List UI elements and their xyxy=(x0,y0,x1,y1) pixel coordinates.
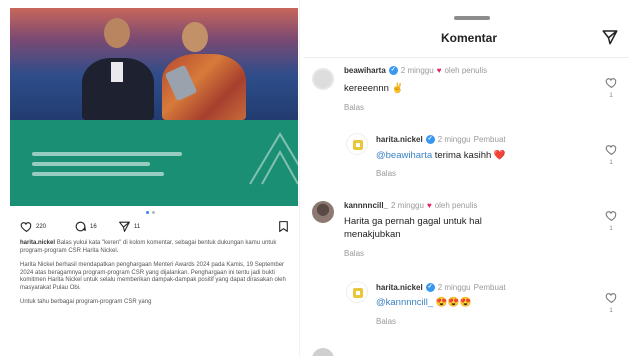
mention-link[interactable]: @beawiharta xyxy=(376,150,432,161)
sheet-header-divider xyxy=(304,57,629,58)
author-liked-heart-icon: ♥ xyxy=(436,66,442,75)
comment-time: 2 minggu xyxy=(391,201,424,210)
comment-icon xyxy=(75,221,86,232)
comment-like-button[interactable]: 1 xyxy=(603,143,619,166)
bookmark-icon xyxy=(279,221,288,232)
heart-icon xyxy=(20,222,32,233)
heart-icon xyxy=(605,78,616,89)
comment-emoji: ✌️ xyxy=(391,83,404,94)
post-action-bar: 220 16 11 xyxy=(20,220,290,236)
harita-logo-icon xyxy=(353,288,363,298)
post-caption-panel xyxy=(10,120,298,206)
heart-icon xyxy=(605,211,616,222)
decorative-lines-graphic xyxy=(249,132,298,185)
comment-text: @kannnncill_ 😍😍😍 xyxy=(376,296,471,309)
caption-username[interactable]: harita.nickel xyxy=(20,240,55,246)
person-left-head xyxy=(104,18,130,48)
caption-paragraph-3: Untuk tahu berbagai program-program CSR … xyxy=(20,299,152,305)
comment-like-button[interactable]: 1 xyxy=(603,76,619,99)
verified-badge-icon: ✓ xyxy=(425,135,435,144)
comment-text-content: kereeennn xyxy=(344,83,389,94)
comment-text: kereeennn ✌️ xyxy=(344,82,403,95)
comment-emoji: ❤️ xyxy=(493,150,506,161)
comment-like-count: 1 xyxy=(609,225,613,232)
comment-text: Harita ga pernah gagal untuk hal menakju… xyxy=(344,216,482,240)
comment-like-count: 1 xyxy=(609,92,613,99)
comment-meta: beawiharta ✓ 2 minggu ♥ oleh penulis xyxy=(344,66,487,75)
comment-username[interactable]: harita.nickel xyxy=(376,135,423,144)
liked-by-author: oleh penulis xyxy=(434,201,478,210)
verified-badge-icon: ✓ xyxy=(425,283,435,292)
mention-link[interactable]: @kannnncill_ xyxy=(376,297,433,308)
share-count: 11 xyxy=(134,223,141,230)
like-count: 220 xyxy=(36,223,47,230)
comments-sheet: Komentar beawiharta ✓ 2 minggu ♥ oleh pe… xyxy=(304,0,629,356)
post-pane: 220 16 11 harita.nickel Balas yukui kata… xyxy=(0,0,298,356)
sheet-title: Komentar xyxy=(440,31,497,45)
verified-badge-icon: ✓ xyxy=(388,66,398,75)
panel-text-line xyxy=(32,162,150,166)
post-caption: harita.nickel Balas yukui kata "keren" d… xyxy=(20,240,288,314)
heart-icon xyxy=(605,293,616,304)
person-left-shirt xyxy=(111,62,123,82)
avatar[interactable] xyxy=(346,133,368,155)
harita-logo-icon xyxy=(353,140,363,150)
reply-button[interactable]: Balas xyxy=(376,169,396,178)
reply-button[interactable]: Balas xyxy=(376,317,396,326)
reply-button[interactable]: Balas xyxy=(344,103,364,112)
comment-like-count: 1 xyxy=(609,159,613,166)
reply-button[interactable]: Balas xyxy=(344,249,364,258)
panel-text-line xyxy=(32,172,164,176)
share-button[interactable]: 11 xyxy=(118,220,140,233)
like-button[interactable]: 220 xyxy=(20,220,46,233)
heart-icon xyxy=(605,145,616,156)
comment-meta: kannnncill_ 2 minggu ♥ oleh penulis xyxy=(344,201,477,210)
comment-meta: harita.nickel ✓ 2 minggu Pembuat xyxy=(376,283,506,292)
send-icon xyxy=(119,221,130,232)
author-liked-heart-icon: ♥ xyxy=(426,201,432,210)
share-icon[interactable] xyxy=(601,28,619,46)
post-photo[interactable] xyxy=(10,8,298,120)
comment-username[interactable]: kannnncill_ xyxy=(344,201,388,210)
caption-text-1: Balas yukui kata "keren" di kolom koment… xyxy=(20,240,277,254)
comment-username[interactable]: beawiharta xyxy=(344,66,386,75)
comment-text: @beawiharta terima kasihh ❤️ xyxy=(376,149,506,162)
panel-text-line xyxy=(32,152,182,156)
comment-like-button[interactable]: 1 xyxy=(603,291,619,314)
comment-time: 2 minggu xyxy=(437,283,471,292)
avatar[interactable] xyxy=(312,201,334,223)
person-right-head xyxy=(182,22,208,52)
comment-text-content: terima kasihh xyxy=(432,150,492,161)
comment-username[interactable]: harita.nickel xyxy=(376,283,423,292)
save-button[interactable] xyxy=(277,220,290,235)
author-tag: Pembuat xyxy=(473,283,506,292)
carousel-dot xyxy=(152,211,155,214)
caption-paragraph-2: Harita Nickel berhasil mendapatkan pengh… xyxy=(20,262,286,291)
comment-time: 2 minggu xyxy=(400,66,434,75)
avatar[interactable] xyxy=(312,68,334,90)
comment-like-button[interactable]: 1 xyxy=(603,209,619,232)
author-tag: Pembuat xyxy=(473,135,506,144)
caption-paragraph-1: harita.nickel Balas yukui kata "keren" d… xyxy=(20,240,288,255)
carousel-dot-active xyxy=(146,211,149,214)
liked-by-author: oleh penulis xyxy=(444,66,488,75)
comment-time: 2 minggu xyxy=(437,135,471,144)
carousel-indicator xyxy=(146,211,155,214)
comment-meta: harita.nickel ✓ 2 minggu Pembuat xyxy=(376,135,506,144)
avatar[interactable] xyxy=(312,348,334,356)
comment-button[interactable]: 16 xyxy=(74,220,97,233)
comment-emoji: 😍😍😍 xyxy=(435,297,472,308)
sheet-drag-handle[interactable] xyxy=(454,16,490,20)
avatar[interactable] xyxy=(346,281,368,303)
comment-count: 16 xyxy=(90,223,97,230)
comment-like-count: 1 xyxy=(609,307,613,314)
